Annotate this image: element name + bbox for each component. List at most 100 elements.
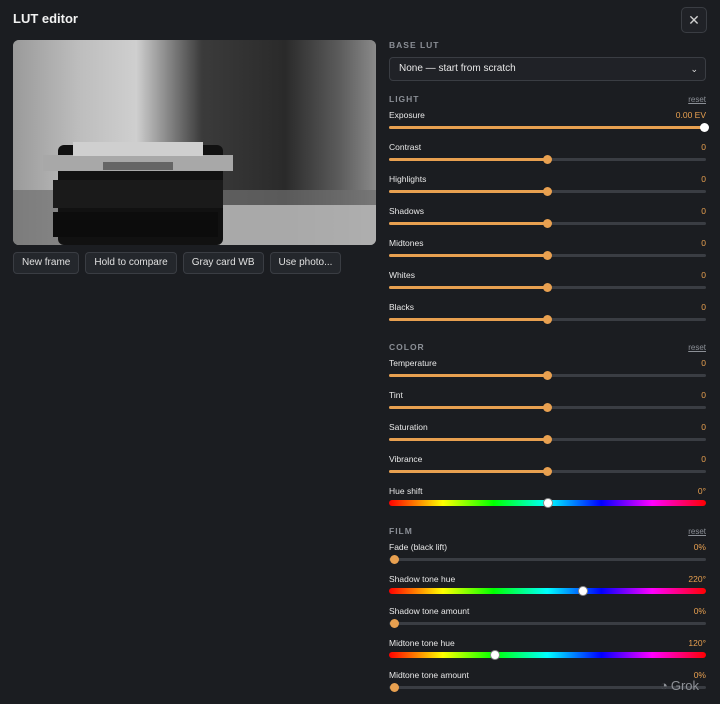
fade-black-lift-slider[interactable]	[389, 553, 706, 565]
gray-card-wb-button[interactable]: Gray card WB	[182, 252, 264, 274]
control-midtone-tone-hue: Midtone tone hue 120°	[389, 637, 706, 661]
control-vibrance: Vibrance 0	[389, 453, 706, 477]
control-header: Midtones 0	[389, 237, 706, 249]
control-header: Hue shift 0°	[389, 485, 706, 497]
midtones-slider[interactable]	[389, 249, 706, 261]
control-hue-shift: Hue shift 0°	[389, 485, 706, 509]
base-lut-select[interactable]: None — start from scratch ⌄	[389, 57, 706, 81]
slider-thumb[interactable]	[389, 619, 399, 628]
slider-fill	[389, 286, 548, 289]
control-shadows: Shadows 0	[389, 205, 706, 229]
reset-link-film[interactable]: reset	[688, 527, 706, 536]
shadow-tone-amount-slider[interactable]	[389, 617, 706, 629]
midtone-tone-amount-slider[interactable]	[389, 681, 706, 693]
slider-fill	[389, 158, 548, 161]
control-value: 0%	[693, 542, 706, 552]
temperature-slider[interactable]	[389, 369, 706, 381]
exposure-slider[interactable]	[389, 121, 709, 133]
section-color: COLOR reset Temperature 0 Tint 0 Saturation 0 Vi…	[389, 341, 706, 509]
hold-to-compare-button[interactable]: Hold to compare	[85, 252, 177, 274]
section-header-color: COLOR reset	[389, 341, 706, 353]
use-photo-button[interactable]: Use photo...	[269, 252, 342, 274]
slider-thumb[interactable]	[543, 403, 552, 412]
slider-thumb[interactable]	[389, 555, 399, 564]
section-header-film: FILM reset	[389, 525, 706, 537]
control-label: Shadows	[389, 206, 424, 216]
shadow-tone-hue-slider[interactable]	[389, 585, 706, 597]
control-value: 120°	[688, 638, 706, 648]
slider-thumb[interactable]	[489, 650, 500, 660]
slider-fill	[389, 318, 548, 321]
close-button[interactable]: ✕	[681, 7, 707, 33]
control-value: 0	[701, 174, 706, 184]
control-midtones: Midtones 0	[389, 237, 706, 261]
blacks-slider[interactable]	[389, 313, 706, 325]
contrast-slider[interactable]	[389, 153, 706, 165]
slider-thumb[interactable]	[543, 155, 552, 164]
control-label: Contrast	[389, 142, 422, 152]
whites-slider[interactable]	[389, 281, 706, 293]
control-label: Blacks	[389, 302, 415, 312]
control-header: Shadow tone amount 0%	[389, 605, 706, 617]
slider-thumb[interactable]	[543, 283, 552, 292]
control-value: 0	[701, 390, 706, 400]
slider-thumb[interactable]	[389, 683, 399, 692]
control-header: Tint 0	[389, 389, 706, 401]
control-contrast: Contrast 0	[389, 141, 706, 165]
base-lut-label: BASE LUT	[389, 40, 440, 50]
photo-preview	[13, 40, 376, 245]
control-shadow-tone-amount: Shadow tone amount 0%	[389, 605, 706, 629]
slider-fill	[389, 222, 548, 225]
control-header: Exposure 0.00 EV	[389, 109, 706, 121]
control-value: 220°	[688, 574, 706, 584]
reset-link-color[interactable]: reset	[688, 343, 706, 352]
shadows-slider[interactable]	[389, 217, 706, 229]
slider-thumb[interactable]	[699, 123, 709, 132]
hue-shift-slider[interactable]	[389, 497, 706, 509]
slider-thumb[interactable]	[577, 586, 588, 596]
control-temperature: Temperature 0	[389, 357, 706, 381]
slider-fill	[389, 190, 548, 193]
hue-gradient-track	[389, 652, 706, 658]
action-buttons: New frame Hold to compare Gray card WB U…	[13, 252, 342, 274]
control-whites: Whites 0	[389, 269, 706, 293]
slider-thumb[interactable]	[543, 371, 552, 380]
control-label: Shadow tone hue	[389, 574, 456, 584]
control-value: 0	[701, 206, 706, 216]
tint-slider[interactable]	[389, 401, 706, 413]
highlights-slider[interactable]	[389, 185, 706, 197]
chevron-down-icon: ⌄	[690, 64, 698, 74]
control-label: Shadow tone amount	[389, 606, 470, 616]
control-header: Whites 0	[389, 269, 706, 281]
midtone-tone-hue-slider[interactable]	[389, 649, 706, 661]
saturation-slider[interactable]	[389, 433, 706, 445]
control-label: Midtone tone hue	[389, 638, 455, 648]
control-blacks: Blacks 0	[389, 301, 706, 325]
control-header: Temperature 0	[389, 357, 706, 369]
window-title: LUT editor	[13, 11, 78, 26]
control-header: Midtone tone amount 0%	[389, 669, 706, 681]
control-header: Vibrance 0	[389, 453, 706, 465]
slider-fill	[389, 438, 548, 441]
hue-gradient-track	[389, 588, 706, 594]
slider-thumb[interactable]	[543, 251, 552, 260]
reset-link-light[interactable]: reset	[688, 95, 706, 104]
slider-thumb[interactable]	[543, 467, 552, 476]
slider-thumb[interactable]	[543, 315, 552, 324]
control-value: 0	[701, 142, 706, 152]
section-label: LIGHT	[389, 94, 420, 104]
slider-fill	[389, 470, 548, 473]
new-frame-button[interactable]: New frame	[13, 252, 80, 274]
control-value: 0°	[697, 486, 706, 496]
control-header: Midtone tone hue 120°	[389, 637, 706, 649]
slider-track	[389, 558, 706, 561]
slider-thumb[interactable]	[543, 435, 552, 444]
control-value: 0	[701, 358, 706, 368]
slider-thumb[interactable]	[543, 219, 552, 228]
slider-thumb[interactable]	[542, 498, 553, 508]
slider-fill	[389, 254, 548, 257]
slider-fill	[389, 126, 706, 129]
vibrance-slider[interactable]	[389, 465, 706, 477]
slider-track	[389, 686, 706, 689]
slider-thumb[interactable]	[543, 187, 552, 196]
